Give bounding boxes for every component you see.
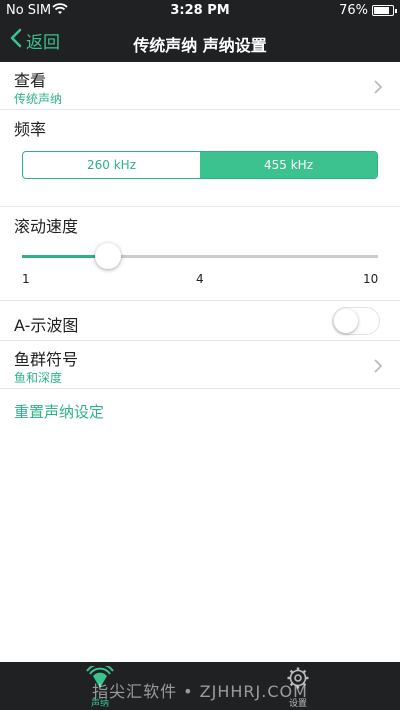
scroll-speed-thumb[interactable] bbox=[95, 243, 122, 269]
watermark-text: 指尖汇软件 • ZJHHRJ.COM bbox=[92, 682, 308, 701]
scroll-speed-label: 滚动速度 bbox=[14, 217, 79, 236]
scroll-speed-max-label: 10 bbox=[363, 272, 379, 286]
a-scope-label: A-示波图 bbox=[14, 316, 79, 335]
fish-symbol-label: 鱼群符号 bbox=[14, 350, 79, 369]
view-value: 传统声纳 bbox=[14, 92, 63, 106]
chevron-right-icon bbox=[374, 358, 383, 377]
scroll-speed-mid-label: 4 bbox=[196, 272, 204, 286]
toggle-knob bbox=[334, 309, 358, 333]
scroll-speed-fill bbox=[22, 255, 102, 258]
page-title: 传统声纳 声纳设置 bbox=[133, 36, 267, 55]
navigation-bar: 返回 传统声纳 声纳设置 bbox=[0, 22, 400, 62]
frequency-segmented-control: 260 kHz 455 kHz bbox=[22, 151, 378, 179]
reset-sonar-settings-button[interactable]: 重置声纳设定 bbox=[14, 401, 104, 422]
battery-percent: 76% bbox=[339, 3, 368, 18]
a-scope-toggle[interactable] bbox=[332, 307, 380, 335]
fish-symbol-row[interactable]: 鱼群符号 鱼和深度 bbox=[0, 341, 400, 389]
status-bar: No SIM 3:28 PM 76% bbox=[0, 0, 400, 22]
fish-symbol-value: 鱼和深度 bbox=[14, 371, 63, 385]
frequency-option-260[interactable]: 260 kHz bbox=[23, 152, 200, 178]
frequency-label: 频率 bbox=[14, 120, 47, 139]
battery-icon bbox=[372, 5, 397, 16]
view-label: 查看 bbox=[14, 71, 47, 90]
chevron-right-icon bbox=[374, 79, 383, 98]
scroll-speed-min-label: 1 bbox=[22, 272, 30, 286]
view-row[interactable]: 查看 传统声纳 bbox=[0, 62, 400, 110]
frequency-option-455[interactable]: 455 kHz bbox=[200, 152, 377, 178]
scroll-speed-row: 滚动速度 bbox=[0, 207, 400, 301]
